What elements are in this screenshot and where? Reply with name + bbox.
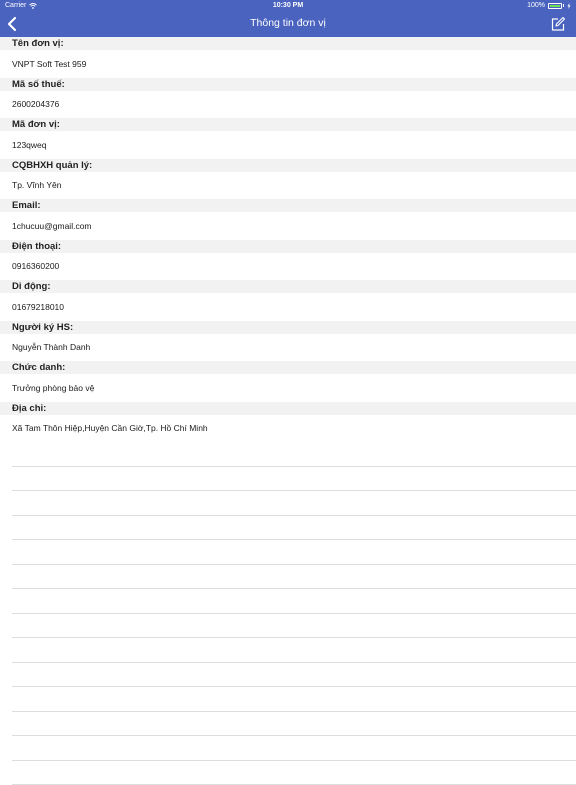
field-label: CQBHXH quản lý: (0, 159, 576, 172)
empty-row (12, 467, 576, 492)
field-value: 123qweq (0, 131, 576, 159)
field-label: Tên đơn vị: (0, 37, 576, 50)
field-label: Người ký HS: (0, 321, 576, 334)
empty-row (12, 638, 576, 663)
clock: 10:30 PM (0, 2, 576, 9)
field-value: Tp. Vĩnh Yên (0, 172, 576, 200)
empty-row (12, 712, 576, 737)
field-value: Nguyễn Thành Danh (0, 334, 576, 362)
empty-row (12, 442, 576, 467)
empty-row (12, 589, 576, 614)
edit-icon (550, 16, 566, 32)
edit-button[interactable] (550, 16, 566, 32)
field-value: 01679218010 (0, 293, 576, 321)
page-title: Thông tin đơn vị (0, 17, 576, 29)
battery-level-fill (550, 5, 560, 7)
empty-row (12, 540, 576, 565)
field-value: Trưởng phòng bảo vệ (0, 374, 576, 402)
empty-row (12, 491, 576, 516)
field-label: Chức danh: (0, 361, 576, 374)
field-value: 2600204376 (0, 91, 576, 119)
empty-row (12, 565, 576, 590)
field-value: VNPT Soft Test 959 (0, 50, 576, 78)
field-label: Di động: (0, 280, 576, 293)
field-label: Mã số thuế: (0, 78, 576, 91)
empty-table-rows (12, 442, 576, 785)
empty-row (12, 736, 576, 761)
field-value: 1chucuu@gmail.com (0, 212, 576, 240)
battery-percent: 100% (527, 2, 545, 9)
field-label: Điện thoại: (0, 240, 576, 253)
field-label: Mã đơn vị: (0, 118, 576, 131)
empty-row (12, 516, 576, 541)
status-bar: Carrier 10:30 PM 100% (0, 0, 576, 12)
empty-row (12, 614, 576, 639)
charging-icon (567, 3, 571, 9)
empty-row (12, 663, 576, 688)
unit-info-list: Tên đơn vị:VNPT Soft Test 959Mã số thuế:… (0, 37, 576, 768)
navigation-bar: Thông tin đơn vị (0, 12, 576, 37)
battery-icon (548, 3, 562, 9)
field-label: Địa chỉ: (0, 402, 576, 415)
empty-row (12, 687, 576, 712)
battery-indicator: 100% (527, 2, 571, 9)
battery-tip (563, 4, 564, 7)
field-value: 0916360200 (0, 253, 576, 281)
fields-list: Tên đơn vị:VNPT Soft Test 959Mã số thuế:… (0, 37, 576, 442)
field-value: Xã Tam Thôn Hiệp,Huyện Cần Giờ,Tp. Hồ Ch… (0, 415, 576, 443)
empty-row (12, 761, 576, 785)
field-label: Email: (0, 199, 576, 212)
